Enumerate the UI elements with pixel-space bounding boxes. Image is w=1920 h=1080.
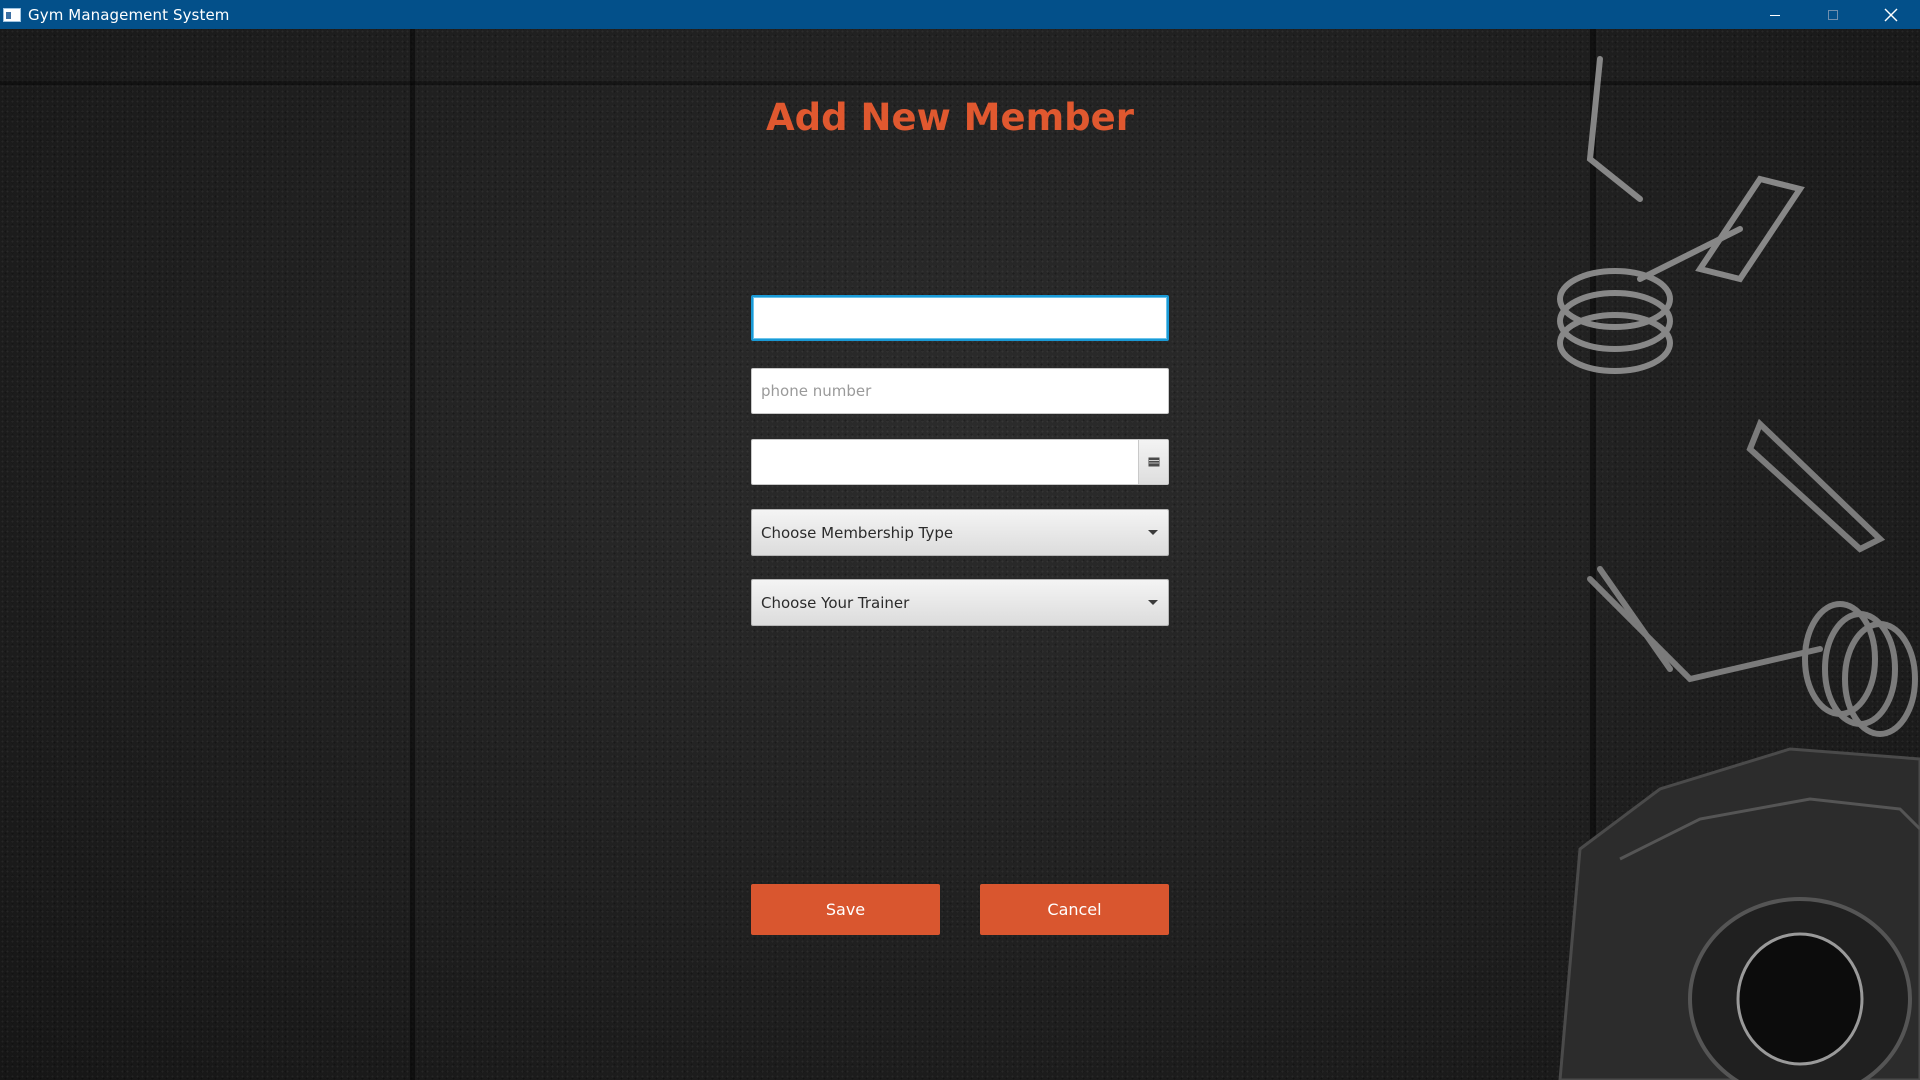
- close-icon: [1884, 8, 1898, 21]
- date-input[interactable]: [752, 440, 1138, 484]
- window-controls: [1746, 0, 1920, 29]
- page-title: Add New Member: [766, 96, 1134, 139]
- membership-type-value: Choose Membership Type: [761, 523, 954, 542]
- membership-type-select[interactable]: Choose Membership Type: [751, 509, 1169, 556]
- maximize-button[interactable]: [1804, 0, 1862, 29]
- trainer-select[interactable]: Choose Your Trainer: [751, 579, 1169, 626]
- weight-plate-graphic: [1558, 747, 1920, 1080]
- date-picker: [751, 439, 1169, 485]
- minimize-button[interactable]: [1746, 0, 1804, 29]
- app-window: Gym Management System Add New Member pho…: [0, 0, 1920, 1080]
- title-bar: Gym Management System: [0, 0, 1920, 29]
- cancel-button[interactable]: Cancel: [980, 884, 1169, 935]
- close-button[interactable]: [1862, 0, 1920, 29]
- window-title: Gym Management System: [28, 5, 230, 24]
- phone-number-input[interactable]: [751, 368, 1169, 414]
- calendar-icon: [1148, 457, 1159, 467]
- chevron-down-icon: [1148, 600, 1158, 605]
- trainer-value: Choose Your Trainer: [761, 593, 910, 612]
- date-picker-button[interactable]: [1138, 440, 1168, 484]
- app-icon: [3, 7, 21, 22]
- minimize-icon: [1770, 14, 1780, 16]
- member-name-input[interactable]: [751, 295, 1169, 341]
- save-button[interactable]: Save: [751, 884, 940, 935]
- maximize-icon: [1828, 9, 1838, 20]
- chevron-down-icon: [1148, 530, 1158, 535]
